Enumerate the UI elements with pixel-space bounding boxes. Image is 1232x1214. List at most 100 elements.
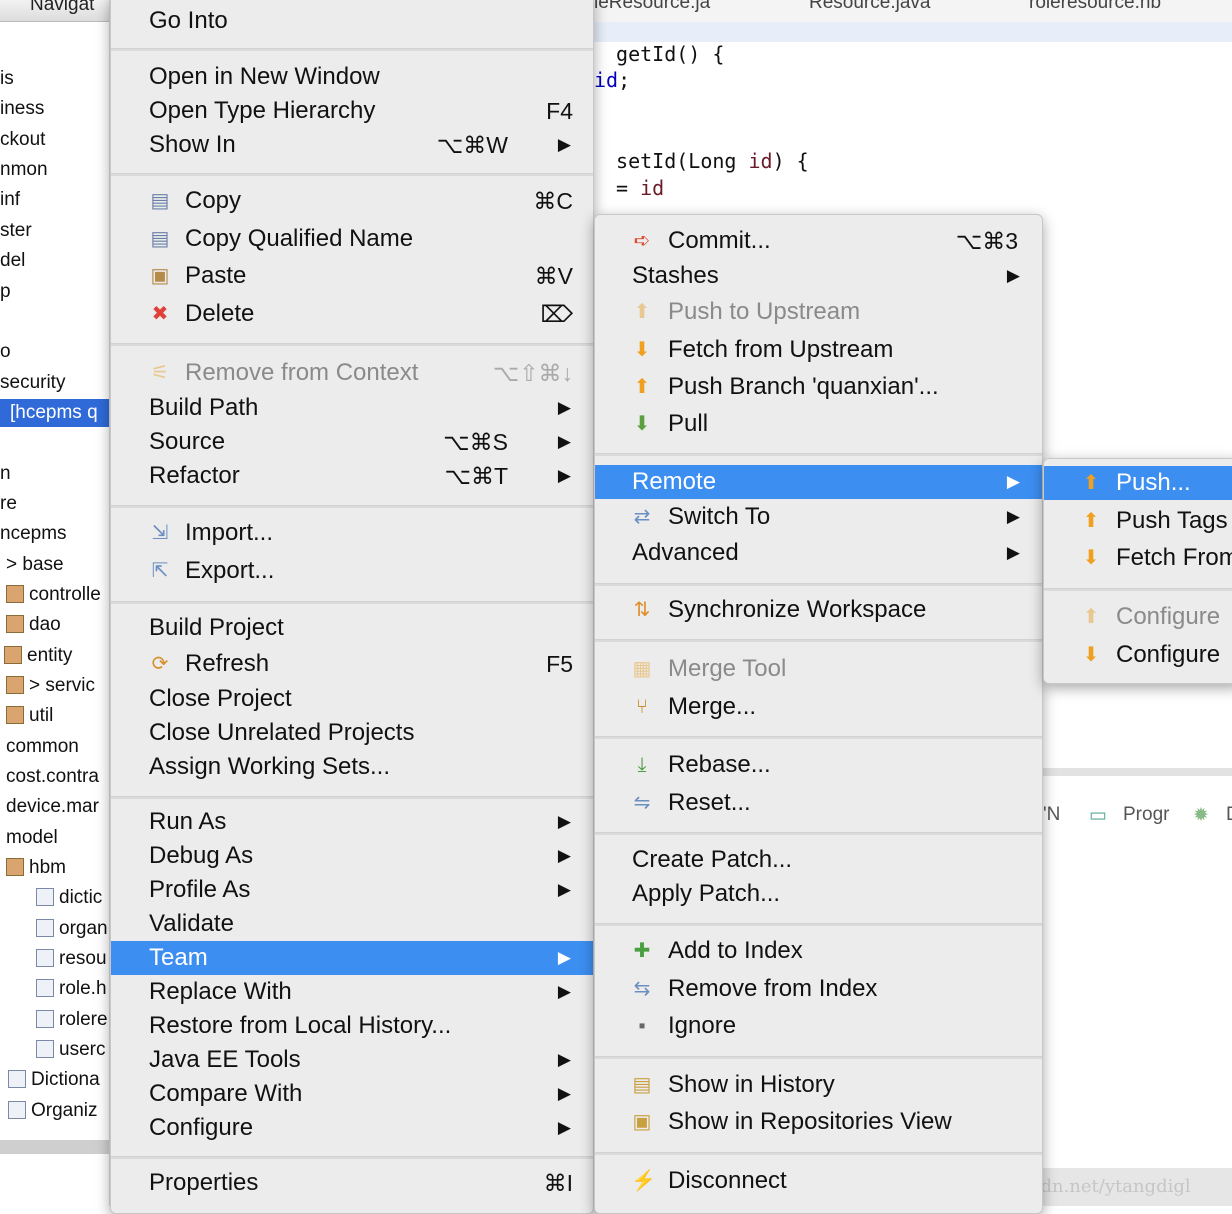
- menu-item-advanced[interactable]: Advanced ▶: [595, 536, 1042, 570]
- menu-item-replace-with[interactable]: Replace With ▶: [111, 975, 593, 1009]
- menu-item-push-tags[interactable]: ⬆ Push Tags: [1044, 504, 1232, 538]
- editor-tab[interactable]: leResource.ja: [594, 0, 710, 12]
- tree-item[interactable]: o: [0, 338, 11, 366]
- menu-item-reset[interactable]: ⇋ Reset...: [595, 786, 1042, 820]
- tree-item[interactable]: cost.contra: [6, 763, 99, 791]
- menu-item-ignore[interactable]: ▪ Ignore: [595, 1009, 1042, 1043]
- menu-item-debug-as[interactable]: Debug As ▶: [111, 839, 593, 873]
- menu-item-build-path[interactable]: Build Path ▶: [111, 391, 593, 425]
- menu-item-copy[interactable]: ▤ Copy ⌘C: [111, 184, 593, 218]
- tree-item[interactable]: model: [6, 824, 58, 852]
- tree-item[interactable]: del: [0, 247, 25, 275]
- menu-item-commit[interactable]: ➪ Commit... ⌥⌘3: [595, 224, 1042, 258]
- tree-item[interactable]: hbm: [6, 854, 66, 882]
- tree-item[interactable]: userc: [36, 1036, 105, 1064]
- menu-item-remove-from-index[interactable]: ⇆ Remove from Index: [595, 972, 1042, 1006]
- menu-item-create-patch[interactable]: Create Patch...: [595, 843, 1042, 877]
- tree-item[interactable]: > servic: [6, 672, 95, 700]
- menu-item-push[interactable]: ⬆ Push...: [1044, 466, 1232, 500]
- tree-item[interactable]: rolere: [36, 1006, 108, 1034]
- tree-item[interactable]: p: [0, 278, 11, 306]
- tree-item[interactable]: inf: [0, 186, 20, 214]
- tree-item[interactable]: n: [0, 460, 11, 488]
- bottom-tab-progress[interactable]: Progr: [1123, 804, 1169, 826]
- tree-item[interactable]: is: [0, 65, 14, 93]
- navigator-tab[interactable]: Navigat: [0, 0, 109, 22]
- menu-item-team[interactable]: Team ▶: [111, 941, 593, 975]
- menu-item-push-to-upstream[interactable]: ⬆ Push to Upstream: [595, 295, 1042, 329]
- menu-item-disconnect[interactable]: ⚡ Disconnect: [595, 1164, 1042, 1198]
- menu-item-merge-tool[interactable]: ▦ Merge Tool: [595, 652, 1042, 686]
- menu-item-validate[interactable]: Validate: [111, 907, 593, 941]
- tree-item[interactable]: iness: [0, 95, 44, 123]
- menu-item-delete[interactable]: ✖ Delete ⌦: [111, 297, 593, 331]
- menu-item-rebase[interactable]: ⤓ Rebase...: [595, 748, 1042, 782]
- package-icon: [6, 858, 24, 876]
- menu-item-run-as[interactable]: Run As ▶: [111, 805, 593, 839]
- tree-item[interactable]: ncepms: [0, 520, 67, 548]
- menu-item-open-type-hierarchy[interactable]: Open Type Hierarchy F4: [111, 94, 593, 128]
- menu-item-java-ee-tools[interactable]: Java EE Tools ▶: [111, 1043, 593, 1077]
- editor-tab[interactable]: roleresource.hb: [1029, 0, 1161, 12]
- menu-item-properties[interactable]: Properties ⌘I: [111, 1166, 593, 1200]
- tree-item[interactable]: controlle: [6, 581, 101, 609]
- menu-item-remove-from-context[interactable]: ⚟ Remove from Context ⌥⇧⌘↓: [111, 356, 593, 390]
- menu-item-add-to-index[interactable]: ✚ Add to Index: [595, 934, 1042, 968]
- editor-tab[interactable]: Resource.java: [809, 0, 930, 12]
- tree-item[interactable]: dao: [6, 611, 61, 639]
- menu-item-assign-working-sets[interactable]: Assign Working Sets...: [111, 750, 593, 784]
- menu-item-show-in-history[interactable]: ▤ Show in History: [595, 1068, 1042, 1102]
- tree-item[interactable]: security: [0, 369, 65, 397]
- horizontal-scrollbar[interactable]: [0, 1140, 109, 1154]
- menu-item-open-in-new-window[interactable]: Open in New Window: [111, 60, 593, 94]
- tree-item[interactable]: nmon: [0, 156, 48, 184]
- bottom-tab[interactable]: 'N: [1043, 804, 1060, 826]
- menu-item-show-in[interactable]: Show In ⌥⌘W ▶: [111, 128, 593, 162]
- menu-item-close-unrelated-projects[interactable]: Close Unrelated Projects: [111, 716, 593, 750]
- menu-item-go-into[interactable]: Go Into: [111, 4, 593, 38]
- tree-item[interactable]: common: [6, 733, 79, 761]
- menu-item-stashes[interactable]: Stashes ▶: [595, 259, 1042, 293]
- tree-item[interactable]: Organiz: [8, 1097, 98, 1125]
- tree-item[interactable]: [hcepms q: [0, 399, 109, 427]
- menu-item-label: Assign Working Sets...: [149, 753, 390, 780]
- menu-item-remote[interactable]: Remote ▶: [595, 465, 1042, 499]
- tree-item[interactable]: role.h: [36, 975, 107, 1003]
- tree-item[interactable]: util: [6, 702, 53, 730]
- menu-item-export[interactable]: ⇱ Export...: [111, 554, 593, 588]
- menu-item-refactor[interactable]: Refactor ⌥⌘T ▶: [111, 459, 593, 493]
- tree-item[interactable]: Dictiona: [8, 1066, 100, 1094]
- menu-item-configure[interactable]: ⬆ Configure: [1044, 600, 1232, 634]
- tree-item[interactable]: ster: [0, 217, 32, 245]
- menu-item-build-project[interactable]: Build Project: [111, 611, 593, 645]
- menu-item-pull[interactable]: ⬇ Pull: [595, 407, 1042, 441]
- menu-item-synchronize-workspace[interactable]: ⇅ Synchronize Workspace: [595, 593, 1042, 627]
- tree-item[interactable]: device.mar: [6, 793, 99, 821]
- menu-item-push-branch-quanxian[interactable]: ⬆ Push Branch 'quanxian'...: [595, 370, 1042, 404]
- menu-item-fetch-from[interactable]: ⬇ Fetch From: [1044, 541, 1232, 575]
- tree-item[interactable]: dictic: [36, 884, 102, 912]
- menu-item-show-in-repositories-view[interactable]: ▣ Show in Repositories View: [595, 1105, 1042, 1139]
- menu-item-close-project[interactable]: Close Project: [111, 682, 593, 716]
- menu-item-restore-from-local-history[interactable]: Restore from Local History...: [111, 1009, 593, 1043]
- menu-item-compare-with[interactable]: Compare With ▶: [111, 1077, 593, 1111]
- menu-item-profile-as[interactable]: Profile As ▶: [111, 873, 593, 907]
- menu-item-import[interactable]: ⇲ Import...: [111, 516, 593, 550]
- tree-item[interactable]: organ: [36, 915, 108, 943]
- menu-item-switch-to[interactable]: ⇄ Switch To ▶: [595, 500, 1042, 534]
- tree-item[interactable]: re: [0, 490, 17, 518]
- menu-item-configure[interactable]: ⬇ Configure: [1044, 638, 1232, 672]
- menu-item-merge[interactable]: ⑂ Merge...: [595, 690, 1042, 724]
- tree-item[interactable]: ckout: [0, 126, 45, 154]
- menu-item-source[interactable]: Source ⌥⌘S ▶: [111, 425, 593, 459]
- bottom-tab-debug[interactable]: D: [1226, 804, 1232, 826]
- menu-item-paste[interactable]: ▣ Paste ⌘V: [111, 259, 593, 293]
- menu-item-apply-patch[interactable]: Apply Patch...: [595, 877, 1042, 911]
- menu-item-configure[interactable]: Configure ▶: [111, 1111, 593, 1145]
- menu-item-refresh[interactable]: ⟳ Refresh F5: [111, 647, 593, 681]
- tree-item[interactable]: entity: [4, 642, 72, 670]
- tree-item[interactable]: > base: [6, 551, 64, 579]
- menu-item-copy-qualified-name[interactable]: ▤ Copy Qualified Name: [111, 222, 593, 256]
- tree-item[interactable]: resou: [36, 945, 107, 973]
- menu-item-fetch-from-upstream[interactable]: ⬇ Fetch from Upstream: [595, 333, 1042, 367]
